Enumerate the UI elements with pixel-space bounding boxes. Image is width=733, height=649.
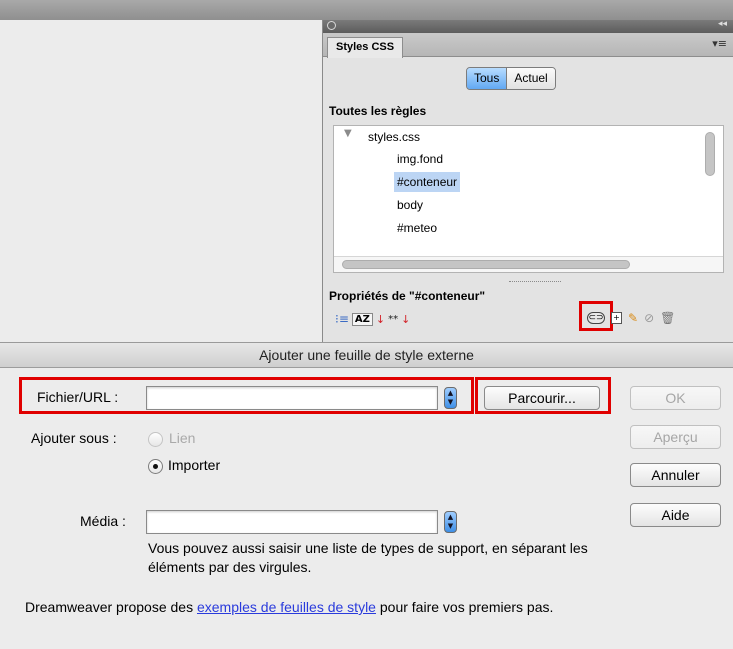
radio-import-label: Importer <box>168 457 221 473</box>
all-mode-button[interactable]: Tous <box>467 68 507 89</box>
radio-link[interactable] <box>148 432 163 447</box>
document-area <box>0 20 322 342</box>
delete-icon[interactable]: 🗑 <box>660 311 675 325</box>
rules-mode-switch: Tous Actuel <box>466 67 556 90</box>
attach-stylesheet-dialog: Ajouter une feuille de style externe Fic… <box>0 342 733 649</box>
radio-import[interactable] <box>148 459 163 474</box>
media-input[interactable] <box>146 510 438 534</box>
collapse-icon[interactable]: ◂◂ <box>718 19 727 29</box>
panel-tab-row: Styles CSS ▾≡ <box>323 33 733 58</box>
footer-text: Dreamweaver propose des exemples de feui… <box>25 597 685 617</box>
dialog-title: Ajouter une feuille de style externe <box>0 343 733 368</box>
rule-item-selected[interactable]: #conteneur <box>394 172 461 192</box>
sample-stylesheets-link[interactable]: exemples de feuilles de style <box>197 599 376 615</box>
properties-action-toolbar: ⊂⊃ + ✎ ⊘ 🗑 <box>587 311 675 325</box>
set-properties-icon[interactable]: ** <box>388 314 398 325</box>
category-view-icon[interactable]: ⁝≡ <box>335 312 349 326</box>
css-styles-panel: ◂◂ Styles CSS ▾≡ Tous Actuel Toutes les … <box>322 19 733 342</box>
cancel-button[interactable]: Annuler <box>630 463 721 487</box>
edit-style-icon[interactable]: ✎ <box>628 311 638 325</box>
media-dropdown-icon[interactable]: ▲ ▼ <box>444 511 457 533</box>
add-as-label: Ajouter sous : <box>31 430 117 446</box>
help-button[interactable]: Aide <box>630 503 721 527</box>
browse-button[interactable]: Parcourir... <box>484 386 600 410</box>
panel-resize-divider[interactable] <box>509 281 561 282</box>
file-url-input[interactable] <box>146 386 438 410</box>
ok-button[interactable]: OK <box>630 386 721 410</box>
radio-selected-dot <box>153 464 158 469</box>
new-css-rule-icon[interactable]: + <box>611 312 622 324</box>
radio-link-label: Lien <box>169 430 196 446</box>
rules-heading: Toutes les règles <box>329 104 427 118</box>
sort-arrow-icon: ↓ <box>375 312 386 326</box>
expand-triangle-icon[interactable]: ▼ <box>344 128 352 139</box>
file-url-label: Fichier/URL : <box>37 389 119 405</box>
panel-close-icon[interactable] <box>327 21 336 30</box>
current-mode-button[interactable]: Actuel <box>506 68 555 89</box>
horizontal-scrollbar[interactable] <box>342 260 630 269</box>
media-hint-text: Vous pouvez aussi saisir une liste de ty… <box>148 540 588 575</box>
vertical-scrollbar[interactable] <box>705 132 715 176</box>
alphabetical-view-icon[interactable]: AZ <box>351 312 373 326</box>
file-url-dropdown-icon[interactable]: ▲ ▼ <box>444 387 457 409</box>
horizontal-scroll-track <box>334 256 723 272</box>
rules-list: ▼ styles.css img.fond #conteneur body #m… <box>333 125 724 273</box>
properties-view-toolbar: ⁝≡ AZ ↓ ** ↓ <box>335 312 410 326</box>
properties-heading: Propriétés de "#conteneur" <box>329 289 486 303</box>
footer-prefix: Dreamweaver propose des <box>25 599 197 615</box>
rule-item[interactable]: #meteo <box>397 218 437 238</box>
set-properties-arrow-icon: ↓ <box>401 312 411 326</box>
panel-titlebar: ◂◂ <box>323 19 733 33</box>
preview-button[interactable]: Aperçu <box>630 425 721 449</box>
media-label: Média : <box>80 513 126 529</box>
tab-styles-css[interactable]: Styles CSS <box>327 37 404 58</box>
rule-item-stylesheet[interactable]: styles.css <box>368 127 420 147</box>
rule-item[interactable]: body <box>397 195 423 215</box>
rule-item[interactable]: img.fond <box>397 149 443 169</box>
panel-options-menu-icon[interactable]: ▾≡ <box>712 37 727 50</box>
attach-stylesheet-icon[interactable]: ⊂⊃ <box>587 312 605 324</box>
disable-property-icon[interactable]: ⊘ <box>644 311 654 325</box>
top-bar <box>0 0 733 20</box>
footer-suffix: pour faire vos premiers pas. <box>375 599 554 615</box>
